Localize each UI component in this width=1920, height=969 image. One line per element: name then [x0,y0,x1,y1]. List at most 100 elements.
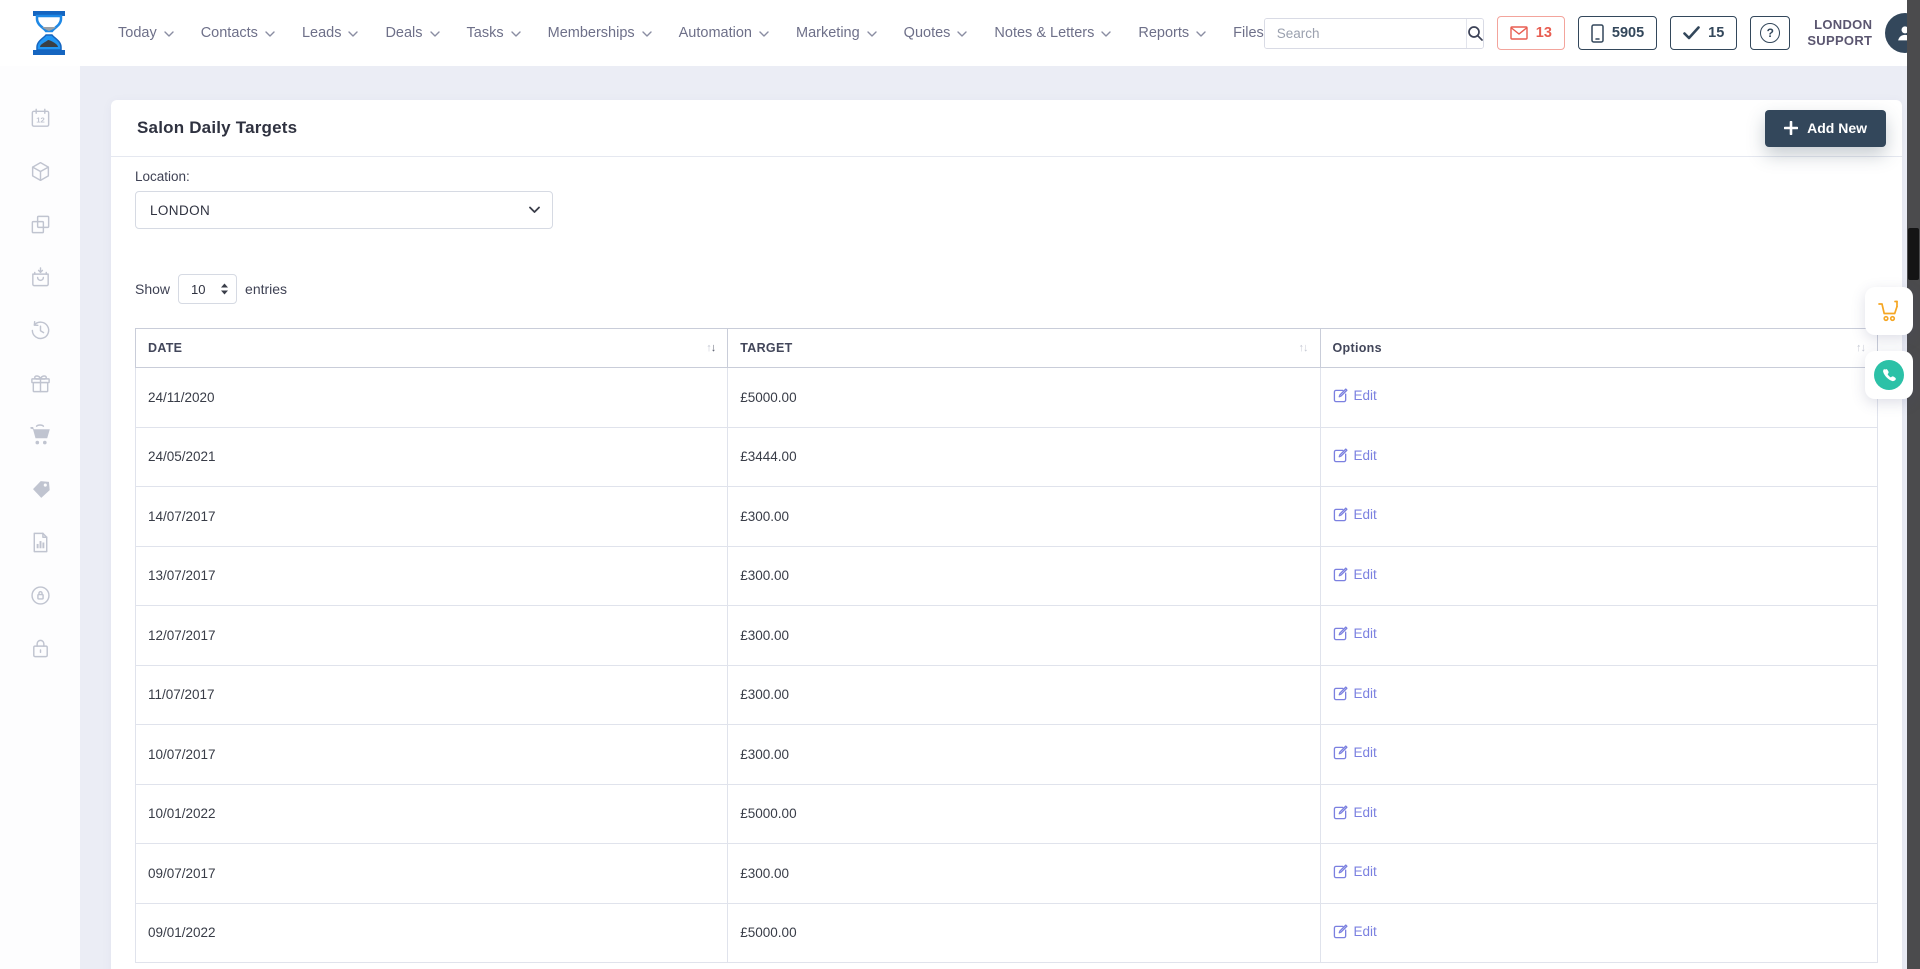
nav-item-leads[interactable]: Leads [302,25,359,41]
options-cell: Edit [1320,368,1877,428]
chevron-down-icon [642,31,652,37]
top-bar-right: 13 5905 15 ? LONDON SUPPORT [1264,13,1920,53]
date-value: 13/07/2017 [148,568,216,583]
date-value: 14/07/2017 [148,509,216,524]
edit-icon [1333,864,1348,879]
edit-icon [1333,388,1348,403]
location-select[interactable]: LONDON [135,191,553,229]
date-cell: 10/07/2017 [136,725,728,785]
history-icon[interactable] [28,318,52,342]
target-cell: £300.00 [728,844,1320,904]
nav-item-notes-letters[interactable]: Notes & Letters [994,25,1111,41]
search-button[interactable] [1466,19,1484,48]
chevron-down-icon [511,31,521,37]
chevron-down-icon [1196,31,1206,37]
package-icon[interactable] [28,159,52,183]
table-row: 24/11/2020 £5000.00 Edit [136,368,1878,428]
cart-floating-button[interactable] [1865,287,1913,335]
table-row: 10/07/2017 £300.00 Edit [136,725,1878,785]
cart-icon[interactable] [28,424,52,448]
add-new-button[interactable]: Add New [1765,110,1886,147]
table-row: 13/07/2017 £300.00 Edit [136,546,1878,606]
page-scrollbar[interactable] [1907,0,1920,969]
phone-calls-badge[interactable]: 5905 [1578,16,1657,50]
tasks-badge[interactable]: 15 [1670,16,1737,50]
edit-label: Edit [1354,507,1377,522]
target-value: £5000.00 [740,925,796,940]
edit-link[interactable]: Edit [1333,507,1377,522]
page-length-control: Show 10 entries [135,274,1878,304]
help-badge[interactable]: ? [1750,16,1790,50]
nav-item-label: Today [118,25,157,41]
app-logo[interactable] [28,10,70,56]
chevron-down-icon [265,31,275,37]
date-cell: 24/11/2020 [136,368,728,428]
edit-link[interactable]: Edit [1333,805,1377,820]
edit-label: Edit [1354,924,1377,939]
edit-link[interactable]: Edit [1333,686,1377,701]
nav-item-automation[interactable]: Automation [679,25,769,41]
table-header-row: DATE ↑↓ TARGET ↑↓ Options ↑↓ [136,329,1878,368]
phone-floating-button[interactable] [1865,351,1913,399]
edit-link[interactable]: Edit [1333,567,1377,582]
phone-icon [1874,360,1904,390]
edit-icon [1333,626,1348,641]
price-tag-icon[interactable] [28,477,52,501]
nav-item-label: Marketing [796,25,860,41]
edit-link[interactable]: Edit [1333,626,1377,641]
nav-item-files[interactable]: Files [1233,25,1264,41]
nav-item-today[interactable]: Today [118,25,174,41]
page-length-select-wrap: 10 [178,274,237,304]
options-cell: Edit [1320,903,1877,963]
user-name: LONDON SUPPORT [1807,17,1872,50]
table-row: 24/05/2021 £3444.00 Edit [136,427,1878,487]
options-cell: Edit [1320,487,1877,547]
edit-link[interactable]: Edit [1333,924,1377,939]
edit-link[interactable]: Edit [1333,745,1377,760]
edit-link[interactable]: Edit [1333,388,1377,403]
calendar-icon[interactable]: 12 [28,106,52,130]
column-header-options[interactable]: Options ↑↓ [1320,329,1877,368]
date-cell: 09/01/2022 [136,903,728,963]
chevron-down-icon [759,31,769,37]
column-label: TARGET [740,341,792,355]
table-row: 11/07/2017 £300.00 Edit [136,665,1878,725]
edit-link[interactable]: Edit [1333,864,1377,879]
options-cell: Edit [1320,784,1877,844]
report-icon[interactable] [28,530,52,554]
content-card: Salon Daily Targets Add New Location: LO… [111,100,1902,969]
nav-item-quotes[interactable]: Quotes [904,25,968,41]
date-cell: 11/07/2017 [136,665,728,725]
column-header-target[interactable]: TARGET ↑↓ [728,329,1320,368]
date-cell: 09/07/2017 [136,844,728,904]
nav-item-label: Files [1233,25,1264,41]
user-name-line1: LONDON [1807,17,1872,33]
gift-icon[interactable] [28,371,52,395]
location-label: Location: [135,169,1878,184]
target-value: £300.00 [740,509,789,524]
nav-item-deals[interactable]: Deals [385,25,439,41]
page-length-select[interactable]: 10 [178,274,237,304]
user-name-line2: SUPPORT [1807,33,1872,49]
edit-link[interactable]: Edit [1333,448,1377,463]
lock-icon[interactable] [28,636,52,660]
add-new-label: Add New [1807,120,1867,136]
options-cell: Edit [1320,665,1877,725]
scrollbar-thumb[interactable] [1908,228,1919,280]
chevron-down-icon [430,31,440,37]
mail-badge[interactable]: 13 [1497,16,1565,50]
bag-receive-icon[interactable] [28,265,52,289]
nav-item-contacts[interactable]: Contacts [201,25,275,41]
nav-item-memberships[interactable]: Memberships [548,25,652,41]
search-input[interactable] [1265,19,1466,48]
target-cell: £300.00 [728,606,1320,666]
nav-item-reports[interactable]: Reports [1138,25,1206,41]
chevron-down-icon [957,31,967,37]
column-header-date[interactable]: DATE ↑↓ [136,329,728,368]
main-content: Salon Daily Targets Add New Location: LO… [80,66,1920,969]
nav-item-marketing[interactable]: Marketing [796,25,877,41]
copy-pages-icon[interactable] [28,212,52,236]
edit-label: Edit [1354,686,1377,701]
secure-account-icon[interactable] [28,583,52,607]
nav-item-tasks[interactable]: Tasks [467,25,521,41]
